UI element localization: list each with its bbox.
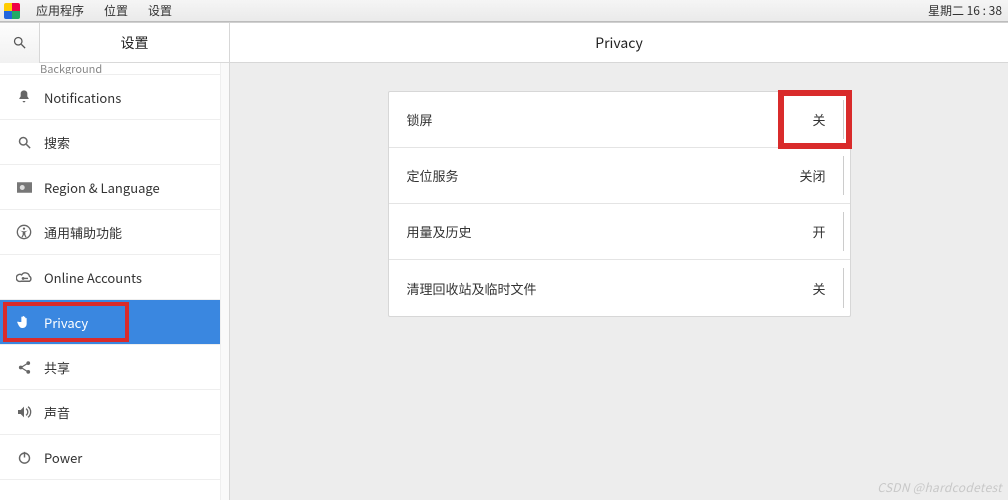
share-icon <box>14 357 34 377</box>
menu-settings[interactable]: 设置 <box>138 0 182 21</box>
divider <box>843 100 844 139</box>
watermark: CSDN @hardcodetest <box>877 479 1002 496</box>
settings-window: 设置 Background Notifications 搜索 Region & … <box>0 22 1008 500</box>
sidebar-item-background[interactable]: Background <box>0 63 229 75</box>
sidebar-list[interactable]: Background Notifications 搜索 Region & Lan… <box>0 63 229 500</box>
divider <box>843 212 844 251</box>
clock[interactable]: 星期二 16 : 38 <box>922 2 1004 19</box>
sidebar-item-label: Region & Language <box>44 178 229 197</box>
sidebar-item-power[interactable]: Power <box>0 435 229 480</box>
sidebar-item-label: 声音 <box>44 403 229 422</box>
row-label: 用量及历史 <box>407 222 813 241</box>
privacy-row-usage[interactable]: 用量及历史 开 <box>389 204 850 260</box>
sidebar-item-sound[interactable]: 声音 <box>0 390 229 435</box>
sidebar-header: 设置 <box>0 23 229 63</box>
power-icon <box>14 447 34 467</box>
speaker-icon <box>14 402 34 422</box>
top-menubar: 应用程序 位置 设置 星期二 16 : 38 <box>0 0 1008 22</box>
row-label: 清理回收站及临时文件 <box>407 279 813 298</box>
sidebar-item-label: Notifications <box>44 88 229 107</box>
sidebar-item-label: 通用辅助功能 <box>44 223 229 242</box>
content-body: 锁屏 关 定位服务 关闭 用量及历史 开 清理回收站及临时文件 <box>230 63 1008 500</box>
sidebar-item-label: Online Accounts <box>44 268 229 287</box>
privacy-panel: 锁屏 关 定位服务 关闭 用量及历史 开 清理回收站及临时文件 <box>388 91 851 317</box>
row-value: 开 <box>812 222 831 241</box>
search-icon <box>14 132 34 152</box>
sidebar-item-notifications[interactable]: Notifications <box>0 75 229 120</box>
row-label: 锁屏 <box>407 110 813 129</box>
sidebar-item-region[interactable]: Region & Language <box>0 165 229 210</box>
menu-places[interactable]: 位置 <box>94 0 138 21</box>
search-icon <box>12 35 27 50</box>
search-button[interactable] <box>0 23 40 63</box>
privacy-row-location[interactable]: 定位服务 关闭 <box>389 148 850 204</box>
row-label: 定位服务 <box>407 166 800 185</box>
sidebar-item-label: 共享 <box>44 358 229 377</box>
accessibility-icon <box>14 222 34 242</box>
content-title: Privacy <box>230 23 1008 63</box>
sidebar-item-label: Privacy <box>44 313 229 332</box>
privacy-row-trash[interactable]: 清理回收站及临时文件 关 <box>389 260 850 316</box>
row-value: 关 <box>812 279 831 298</box>
distro-logo-icon <box>4 3 20 19</box>
sidebar-item-privacy[interactable]: Privacy <box>0 300 229 345</box>
sidebar-title: 设置 <box>40 33 229 53</box>
divider <box>843 268 844 308</box>
privacy-row-lock[interactable]: 锁屏 关 <box>389 92 850 148</box>
menu-applications[interactable]: 应用程序 <box>26 0 94 21</box>
flag-icon <box>14 177 34 197</box>
sidebar-item-accessibility[interactable]: 通用辅助功能 <box>0 210 229 255</box>
sidebar-item-label: Power <box>44 448 229 467</box>
sidebar-item-label: 搜索 <box>44 133 229 152</box>
sidebar-item-share[interactable]: 共享 <box>0 345 229 390</box>
bell-icon <box>14 87 34 107</box>
row-value: 关 <box>812 110 831 129</box>
cloud-key-icon <box>14 267 34 287</box>
content-area: Privacy 锁屏 关 定位服务 关闭 用量及历史 开 <box>230 23 1008 500</box>
sidebar-item-search[interactable]: 搜索 <box>0 120 229 165</box>
sidebar-item-online-accounts[interactable]: Online Accounts <box>0 255 229 300</box>
row-value: 关闭 <box>799 166 831 185</box>
divider <box>843 156 844 195</box>
hand-icon <box>14 312 34 332</box>
sidebar: 设置 Background Notifications 搜索 Region & … <box>0 23 230 500</box>
